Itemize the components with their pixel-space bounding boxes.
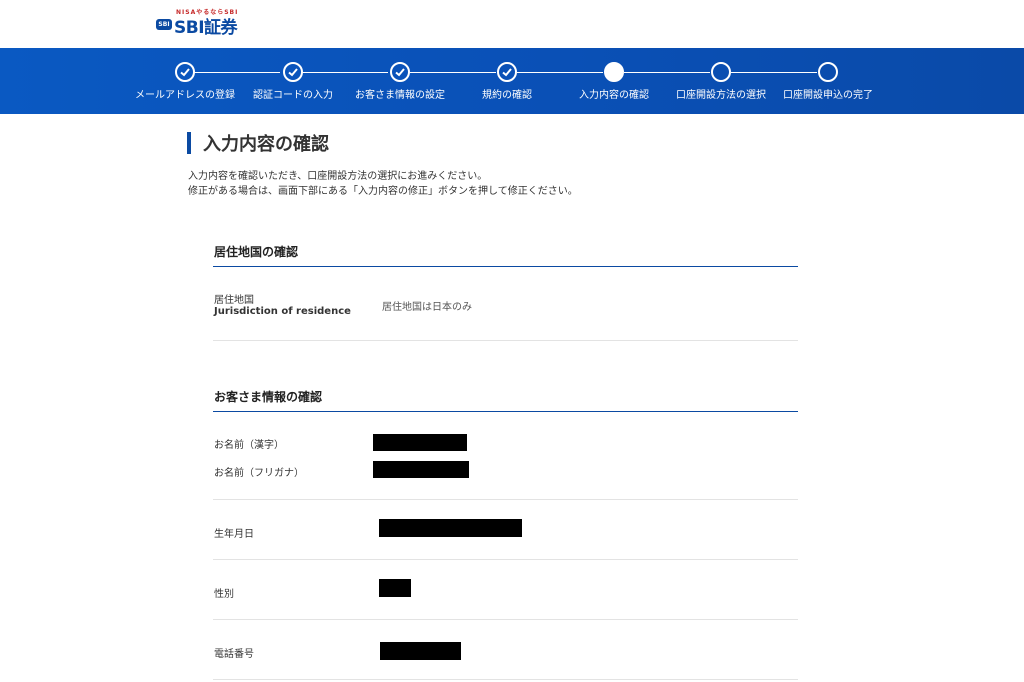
residence-label: 居住地国: [214, 295, 254, 306]
birthdate-label: 生年月日: [214, 529, 254, 540]
section-divider: [213, 411, 798, 412]
site-header: NISAやるならSBI SBI SBI証券: [0, 0, 1024, 48]
intro-line-1: 入力内容を確認いただき、口座開設方法の選択にお進みください。: [188, 171, 488, 182]
step-6-circle-icon: [711, 62, 731, 82]
step-2-check-icon: [283, 62, 303, 82]
intro-text: 入力内容を確認いただき、口座開設方法の選択にお進みください。 修正がある場合は、…: [188, 169, 578, 199]
phone-redacted-value: [380, 642, 461, 660]
step-5-current-icon: [604, 62, 624, 82]
residence-section-title: 居住地国の確認: [214, 245, 299, 259]
step-label-method: 口座開設方法の選択: [676, 90, 766, 101]
residence-sublabel: Jurisdiction of residence: [214, 306, 351, 317]
progress-stepper: メールアドレスの登録 認証コードの入力 お客さま情報の設定 規約の確認 入力内容…: [0, 48, 1024, 114]
name-kana-redacted-value: [373, 461, 469, 478]
step-connector: [194, 72, 280, 73]
step-label-email: メールアドレスの登録: [135, 90, 235, 101]
step-7-circle-icon: [818, 62, 838, 82]
name-kanji-label: お名前（漢字）: [214, 440, 284, 451]
step-connector: [731, 72, 817, 73]
section-divider: [213, 266, 798, 267]
row-divider: [213, 559, 798, 560]
intro-line-2: 修正がある場合は、画面下部にある「入力内容の修正」ボタンを押して修正ください。: [188, 186, 578, 197]
step-connector: [410, 72, 496, 73]
step-label-auth-code: 認証コードの入力: [253, 90, 333, 101]
step-connector: [517, 72, 603, 73]
birthdate-redacted-value: [379, 519, 522, 537]
name-kana-label: お名前（フリガナ）: [214, 468, 304, 479]
customer-section-title: お客さま情報の確認: [214, 390, 323, 404]
gender-label: 性別: [214, 589, 234, 600]
row-divider: [213, 340, 798, 341]
step-4-check-icon: [497, 62, 517, 82]
logo-brand-text: SBI証券: [174, 18, 238, 38]
step-label-confirm: 入力内容の確認: [579, 90, 649, 101]
page-title: 入力内容の確認: [203, 134, 329, 155]
step-label-complete: 口座開設申込の完了: [783, 90, 873, 101]
row-divider: [213, 679, 798, 680]
step-label-terms: 規約の確認: [482, 90, 532, 101]
name-kanji-redacted-value: [373, 434, 467, 451]
gender-redacted-value: [379, 579, 411, 597]
title-accent-bar: [187, 132, 191, 154]
step-3-check-icon: [390, 62, 410, 82]
step-connector: [624, 72, 710, 73]
step-1-check-icon: [175, 62, 195, 82]
row-divider: [213, 499, 798, 500]
residence-value: 居住地国は日本のみ: [382, 302, 472, 313]
row-divider: [213, 619, 798, 620]
logo-mark-icon: SBI: [156, 19, 172, 30]
step-label-customer-info: お客さま情報の設定: [355, 90, 445, 101]
phone-label: 電話番号: [214, 649, 254, 660]
step-connector: [302, 72, 388, 73]
